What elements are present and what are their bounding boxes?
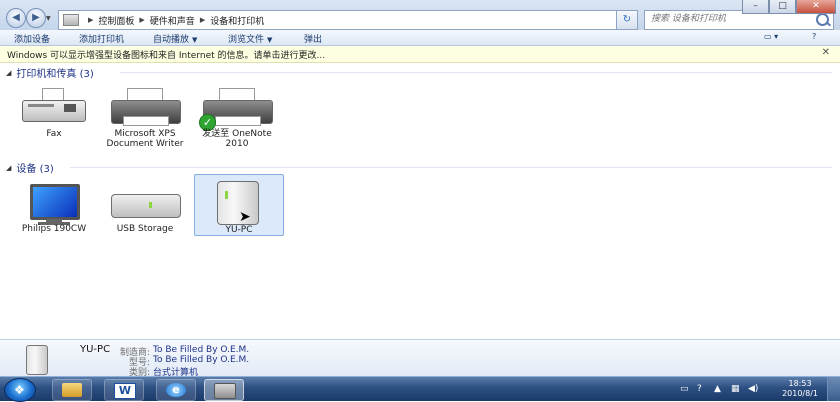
- show-hidden-icons-icon[interactable]: ▲: [714, 384, 721, 394]
- chevron-down-icon: ▼: [267, 36, 273, 44]
- devices-printers-icon: [214, 383, 236, 399]
- group-divider: [120, 72, 832, 73]
- back-arrow-icon: ◀: [12, 12, 20, 23]
- change-view-button[interactable]: ▭ ▾: [764, 32, 778, 41]
- fax-icon: [20, 88, 88, 128]
- printer-icon: [109, 88, 181, 128]
- mouse-cursor-icon: ➤: [239, 209, 251, 225]
- group-divider: [70, 167, 832, 168]
- group-title-devices: 设备 (3): [16, 164, 54, 175]
- forward-button[interactable]: ▶: [26, 8, 46, 28]
- close-button[interactable]: ✕: [796, 0, 836, 14]
- device-label: Fax: [46, 129, 62, 139]
- add-printer-button[interactable]: 添加打印机: [79, 32, 124, 45]
- browse-files-button[interactable]: 浏览文件 ▼: [228, 32, 272, 45]
- breadcrumb-control-panel[interactable]: 控制面板: [98, 14, 134, 27]
- details-value: To Be Filled By O.E.M.: [153, 355, 250, 365]
- device-label: YU-PC: [225, 225, 253, 235]
- title-bar: ◀ ▶ ▼ ▶ 控制面板 ▶ 硬件和声音 ▶ 设备和打印机 ▼ ↻ – □ ✕: [0, 0, 840, 31]
- device-label: 发送至 OneNote 2010: [202, 129, 272, 149]
- breadcrumb-devices-printers[interactable]: 设备和打印机: [210, 14, 264, 27]
- show-desktop-button[interactable]: [827, 377, 840, 401]
- clock[interactable]: 18:53 2010/8/1: [782, 379, 818, 399]
- group-title-printers: 打印机和传真 (3): [16, 69, 94, 80]
- search-icon[interactable]: [816, 13, 829, 26]
- taskbar-internet-explorer[interactable]: e: [156, 379, 196, 401]
- chevron-right-icon[interactable]: ▶: [200, 16, 205, 24]
- help-icon[interactable]: ?: [812, 32, 816, 41]
- chevron-down-icon: ▼: [192, 36, 198, 44]
- device-xps-writer[interactable]: Microsoft XPS Document Writer: [101, 84, 189, 158]
- monitor-icon: [24, 182, 84, 226]
- forward-arrow-icon: ▶: [32, 12, 40, 23]
- device-label: USB Storage: [116, 224, 174, 234]
- add-device-button[interactable]: 添加设备: [14, 32, 50, 45]
- back-button[interactable]: ◀: [6, 8, 26, 28]
- taskbar-explorer[interactable]: [52, 379, 92, 401]
- internet-explorer-icon: e: [166, 383, 186, 397]
- network-icon[interactable]: ▦: [731, 384, 740, 394]
- keyboard-icon[interactable]: ▭: [680, 384, 689, 394]
- details-row: 类别: 台式计算机: [0, 365, 840, 378]
- device-usb-storage[interactable]: USB Storage: [101, 178, 189, 236]
- close-icon[interactable]: ✕: [822, 47, 830, 58]
- details-value: To Be Filled By O.E.M.: [153, 345, 250, 355]
- start-button[interactable]: ❖: [4, 378, 36, 402]
- breadcrumb-hardware-sound[interactable]: 硬件和声音: [150, 14, 195, 27]
- refresh-button[interactable]: ↻: [616, 10, 638, 30]
- device-label: Philips 190CW: [21, 224, 87, 234]
- chevron-right-icon[interactable]: ▶: [88, 16, 93, 24]
- chevron-right-icon[interactable]: ▶: [139, 16, 144, 24]
- browse-files-label: 浏览文件: [228, 35, 265, 45]
- maximize-button[interactable]: □: [769, 0, 796, 14]
- device-label: Microsoft XPS Document Writer: [106, 129, 184, 149]
- info-bar[interactable]: Windows 可以显示增强型设备图标和来自 Internet 的信息。请单击进…: [0, 46, 840, 63]
- word-icon: W: [114, 383, 136, 399]
- windows-logo-icon: ❖: [14, 383, 25, 397]
- taskbar-devices-printers[interactable]: [204, 379, 244, 401]
- device-fax[interactable]: Fax: [10, 84, 98, 142]
- usb-storage-icon: [109, 190, 181, 220]
- volume-icon[interactable]: ◀): [748, 384, 758, 394]
- device-philips-monitor[interactable]: Philips 190CW: [10, 178, 98, 236]
- control-panel-icon: [63, 14, 79, 26]
- minimize-button[interactable]: –: [742, 0, 769, 14]
- autoplay-label: 自动播放: [153, 35, 190, 45]
- device-send-to-onenote[interactable]: ✓ 发送至 OneNote 2010: [193, 84, 281, 150]
- help-icon[interactable]: ?: [697, 384, 702, 394]
- details-pane: YU-PC 制造商: To Be Filled By O.E.M. 型号: To…: [0, 339, 840, 378]
- collapse-triangle-icon[interactable]: ◢: [6, 164, 11, 172]
- taskbar-word[interactable]: W: [104, 379, 144, 401]
- info-bar-text[interactable]: Windows 可以显示增强型设备图标和来自 Internet 的信息。请单击进…: [7, 48, 325, 61]
- clock-date: 2010/8/1: [782, 389, 818, 398]
- device-yu-pc[interactable]: ➤ YU-PC: [194, 174, 284, 236]
- clock-time: 18:53: [788, 379, 812, 388]
- command-bar: 添加设备 添加打印机 自动播放 ▼ 浏览文件 ▼ 弹出 ▭ ▾ ?: [0, 30, 840, 46]
- details-row: 型号: To Be Filled By O.E.M.: [0, 355, 840, 368]
- address-bar[interactable]: ▶ 控制面板 ▶ 硬件和声音 ▶ 设备和打印机 ▼: [58, 10, 638, 30]
- autoplay-button[interactable]: 自动播放 ▼: [153, 32, 197, 45]
- collapse-triangle-icon[interactable]: ◢: [6, 69, 11, 77]
- taskbar: ❖ W e ▭ ? ▲ ▦ ◀) 18:53 2010/8/1: [0, 376, 840, 402]
- details-row: 制造商: To Be Filled By O.E.M.: [0, 345, 840, 358]
- recent-pages-dropdown[interactable]: ▼: [46, 15, 51, 22]
- folder-icon: [62, 383, 82, 397]
- group-header-printers[interactable]: ◢ 打印机和传真 (3): [6, 65, 94, 81]
- group-header-devices[interactable]: ◢ 设备 (3): [6, 160, 54, 176]
- window-controls: – □ ✕: [742, 0, 836, 14]
- eject-button[interactable]: 弹出: [304, 32, 322, 45]
